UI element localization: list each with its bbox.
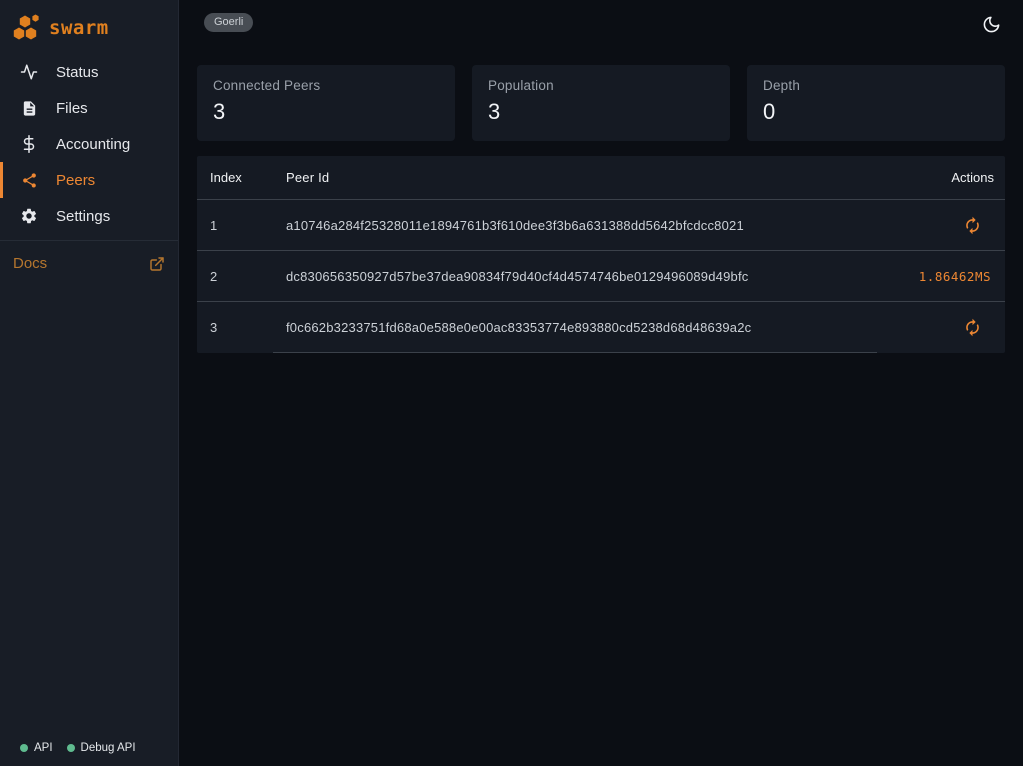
table-header-row: Index Peer Id Actions bbox=[197, 156, 1005, 200]
app-title: swarm bbox=[49, 17, 109, 39]
main-content: Goerli Connected Peers 3 Population 3 De… bbox=[179, 0, 1023, 766]
sidebar-item-label: Status bbox=[56, 64, 99, 81]
ping-peer-button[interactable] bbox=[961, 316, 984, 339]
stat-card-population: Population 3 bbox=[472, 65, 730, 141]
gear-icon bbox=[20, 207, 38, 225]
stat-label: Population bbox=[488, 78, 714, 93]
stat-value: 3 bbox=[213, 99, 439, 125]
sidebar-item-settings[interactable]: Settings bbox=[0, 198, 178, 234]
peer-index: 2 bbox=[197, 251, 273, 301]
api-status-indicator: API bbox=[20, 742, 53, 754]
stat-card-connected-peers: Connected Peers 3 bbox=[197, 65, 455, 141]
sidebar-item-label: Peers bbox=[56, 172, 95, 189]
api-status-dot-icon bbox=[20, 744, 28, 752]
peer-index: 1 bbox=[197, 200, 273, 250]
column-header-peer-id: Peer Id bbox=[273, 156, 877, 199]
column-header-index: Index bbox=[197, 156, 273, 199]
debug-api-status-dot-icon bbox=[67, 744, 75, 752]
file-icon bbox=[20, 99, 38, 117]
stats-cards: Connected Peers 3 Population 3 Depth 0 bbox=[197, 65, 1005, 141]
stat-label: Depth bbox=[763, 78, 989, 93]
sidebar-item-files[interactable]: Files bbox=[0, 90, 178, 126]
sidebar-item-status[interactable]: Status bbox=[0, 54, 178, 90]
sidebar-nav: Status Files Accounting Peers bbox=[0, 54, 178, 234]
activity-icon bbox=[20, 63, 38, 81]
sidebar-item-label: Files bbox=[56, 100, 88, 117]
swarm-logo[interactable]: swarm bbox=[0, 0, 178, 42]
peer-latency-value: 1.86462MS bbox=[919, 269, 991, 284]
swarm-hexagons-icon bbox=[12, 14, 42, 42]
sidebar-item-label: Accounting bbox=[56, 136, 130, 153]
moon-icon bbox=[982, 15, 1001, 34]
refresh-icon bbox=[963, 216, 982, 235]
network-badge: Goerli bbox=[204, 13, 253, 32]
stat-value: 3 bbox=[488, 99, 714, 125]
stat-label: Connected Peers bbox=[213, 78, 439, 93]
peers-table: Index Peer Id Actions 1 a10746a284f25328… bbox=[197, 156, 1005, 353]
refresh-icon bbox=[963, 318, 982, 337]
dollar-icon bbox=[20, 135, 38, 153]
peer-id: dc830656350927d57be37dea90834f79d40cf4d4… bbox=[273, 251, 877, 301]
peer-index: 3 bbox=[197, 302, 273, 353]
theme-toggle-button[interactable] bbox=[978, 11, 1005, 38]
sidebar-item-peers[interactable]: Peers bbox=[0, 162, 178, 198]
debug-api-status-indicator: Debug API bbox=[67, 742, 136, 754]
api-status-label: API bbox=[34, 742, 53, 754]
debug-api-status-label: Debug API bbox=[81, 742, 136, 754]
peer-id: f0c662b3233751fd68a0e588e0e00ac83353774e… bbox=[273, 302, 877, 353]
sidebar-item-accounting[interactable]: Accounting bbox=[0, 126, 178, 162]
api-status-bar: API Debug API bbox=[0, 742, 178, 766]
table-row: 1 a10746a284f25328011e1894761b3f610dee3f… bbox=[197, 200, 1005, 251]
external-link-icon bbox=[149, 256, 165, 272]
stat-value: 0 bbox=[763, 99, 989, 125]
sidebar-item-label: Settings bbox=[56, 208, 110, 225]
swarm-dashboard: swarm Status Files Accounting bbox=[0, 0, 1023, 766]
sidebar: swarm Status Files Accounting bbox=[0, 0, 179, 766]
column-header-actions: Actions bbox=[877, 156, 1005, 199]
peer-id: a10746a284f25328011e1894761b3f610dee3f3b… bbox=[273, 200, 877, 250]
top-bar: Goerli bbox=[197, 0, 1005, 65]
stat-card-depth: Depth 0 bbox=[747, 65, 1005, 141]
ping-peer-button[interactable] bbox=[961, 214, 984, 237]
share-icon bbox=[20, 171, 38, 189]
docs-label: Docs bbox=[13, 255, 47, 272]
sidebar-item-docs[interactable]: Docs bbox=[0, 240, 178, 286]
table-row: 3 f0c662b3233751fd68a0e588e0e00ac8335377… bbox=[197, 302, 1005, 353]
table-row: 2 dc830656350927d57be37dea90834f79d40cf4… bbox=[197, 251, 1005, 302]
